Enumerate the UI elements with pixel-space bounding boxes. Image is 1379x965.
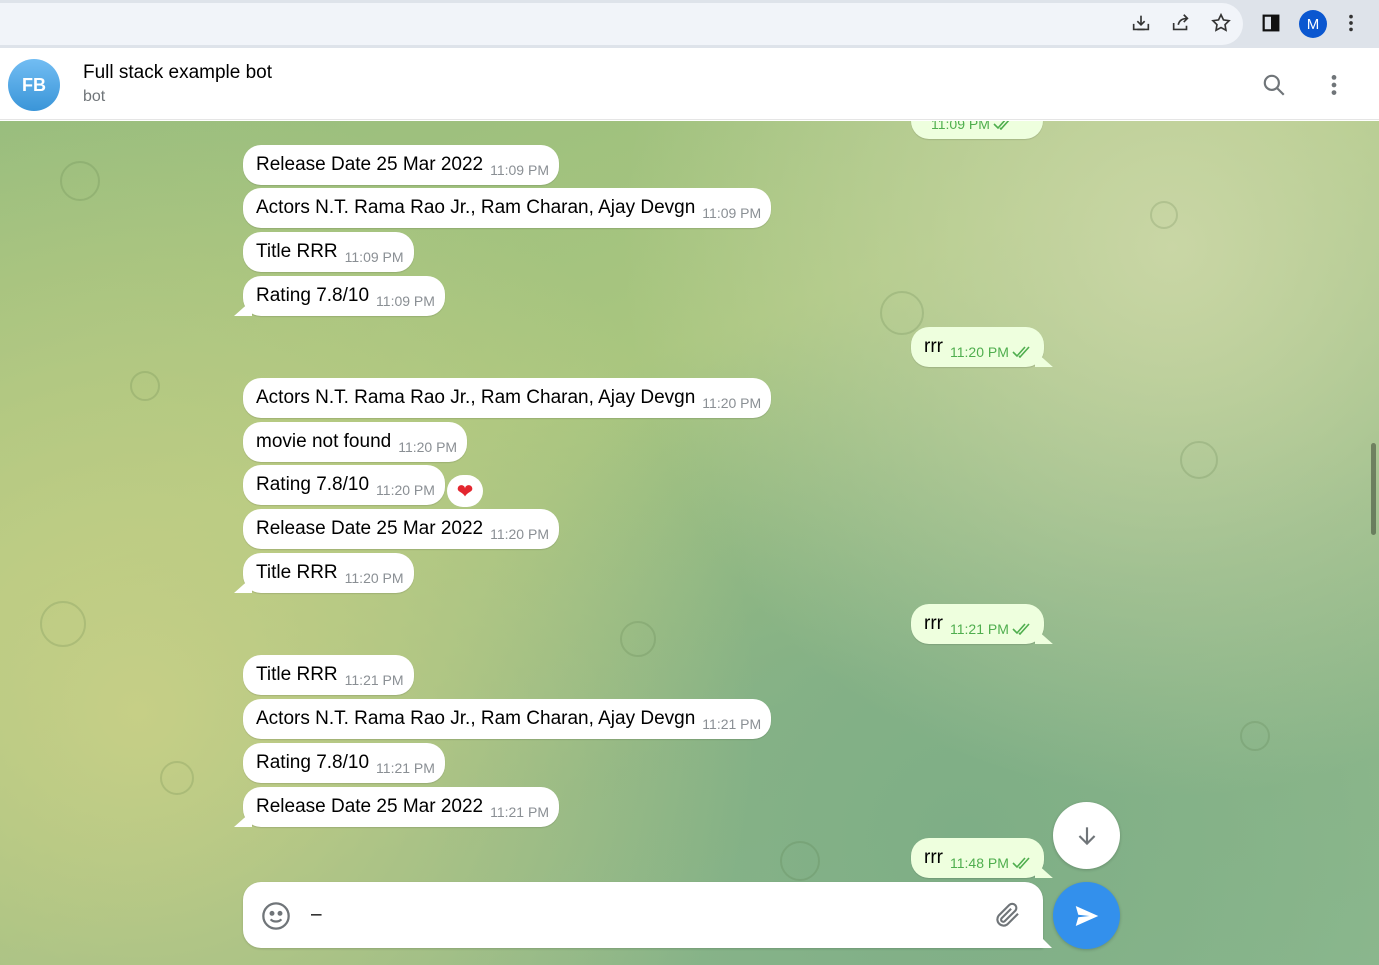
message-text: Rating 7.8/10 [256,285,370,306]
scroll-to-bottom-button[interactable] [1053,802,1120,869]
message-composer [243,882,1043,948]
message-text: Release Date 25 Mar 2022 [256,796,484,817]
message-incoming[interactable]: Actors N.T. Rama Rao Jr., Ram Charan, Aj… [243,188,772,228]
message-time: 11:09 PM [344,249,404,265]
message-outgoing[interactable]: 11:09 PM [911,121,1043,139]
message-time: 11:21 PM [490,804,549,820]
star-icon[interactable] [1208,10,1234,36]
message-time: 11:21 PM [702,716,762,732]
message-incoming[interactable]: Rating 7.8/10 11:20 PM [243,465,445,505]
message-text: movie not found [256,431,392,452]
message-text: rrr [924,613,943,634]
read-check-icon [993,121,1013,130]
background-doodle [880,291,924,335]
message-incoming[interactable]: Title RRR 11:20 PM [243,553,414,593]
message-time: 11:20 PM [344,570,404,586]
message-incoming[interactable]: Title RRR 11:21 PM [243,655,414,695]
message-text: Actors N.T. Rama Rao Jr., Ram Charan, Aj… [256,387,696,408]
kebab-menu-icon[interactable] [1338,10,1364,36]
message-time: 11:20 PM [376,482,435,498]
message-text: Release Date 25 Mar 2022 [256,154,484,175]
arrow-down-icon [1078,826,1095,845]
heart-reaction[interactable]: ❤ [447,475,483,507]
message-text: Title RRR [256,241,338,262]
message-outgoing[interactable]: rrr 11:20 PM [911,327,1044,367]
message-time: 11:09 PM [490,162,549,178]
read-check-icon [1012,623,1032,635]
message-time: 11:21 PM [376,760,435,776]
search-icon[interactable] [1260,71,1288,99]
scrollbar-thumb[interactable] [1371,443,1376,535]
chat-header: FB Full stack example bot bot [0,49,1379,120]
message-text: rrr [924,847,943,868]
bot-avatar[interactable]: FB [8,59,60,111]
share-icon[interactable] [1168,10,1194,36]
message-time: 11:09 PM [376,293,435,309]
chat-subtitle: bot [83,88,106,105]
message-text: Title RRR [256,562,338,583]
message-text: Rating 7.8/10 [256,752,370,773]
message-outgoing[interactable]: rrr 11:21 PM [911,604,1044,644]
send-icon [1075,905,1098,926]
background-doodle [620,621,656,657]
background-doodle [60,161,100,201]
chat-title[interactable]: Full stack example bot [83,62,272,84]
emoji-icon[interactable] [260,900,292,932]
send-button[interactable] [1053,882,1120,949]
background-doodle [40,601,86,647]
background-doodle [1150,201,1178,229]
background-doodle [1180,441,1218,479]
message-incoming[interactable]: Release Date 25 Mar 2022 11:09 PM [243,145,559,185]
message-time: 11:09 PM [931,121,990,132]
message-time: 11:20 PM [398,439,458,455]
message-time: 11:21 PM [949,621,1009,637]
message-list[interactable]: 11:09 PM Release Date 25 Mar 2022 11:09 … [0,121,1379,965]
message-incoming[interactable]: Title RRR 11:09 PM [243,232,414,272]
read-check-icon [1012,857,1032,869]
message-input[interactable] [311,896,971,934]
browser-toolbar: M [0,0,1379,48]
message-text: rrr [924,336,943,357]
message-time: 11:21 PM [344,672,404,688]
message-text: Rating 7.8/10 [256,474,370,495]
background-doodle [1240,721,1270,751]
more-options-icon[interactable] [1320,71,1348,99]
message-incoming[interactable]: Release Date 25 Mar 2022 11:20 PM [243,509,559,549]
message-time: 11:20 PM [949,344,1009,360]
background-doodle [160,761,194,795]
message-time: 11:09 PM [702,205,762,221]
message-outgoing[interactable]: rrr 11:48 PM [911,838,1044,878]
background-doodle [780,841,820,881]
message-incoming[interactable]: Actors N.T. Rama Rao Jr., Ram Charan, Aj… [243,699,772,739]
attach-icon[interactable] [993,900,1025,932]
message-incoming[interactable]: Release Date 25 Mar 2022 11:21 PM [243,787,559,827]
address-bar[interactable] [0,3,1243,45]
profile-avatar[interactable]: M [1299,10,1327,38]
message-text: Title RRR [256,664,338,685]
read-check-icon [1012,346,1032,358]
message-incoming[interactable]: movie not found 11:20 PM [243,422,468,462]
message-text: Actors N.T. Rama Rao Jr., Ram Charan, Aj… [256,708,696,729]
message-incoming[interactable]: Rating 7.8/10 11:09 PM [243,276,445,316]
background-doodle [130,371,160,401]
message-text: Actors N.T. Rama Rao Jr., Ram Charan, Aj… [256,197,696,218]
message-incoming[interactable]: Rating 7.8/10 11:21 PM [243,743,445,783]
message-time: 11:20 PM [490,526,549,542]
message-text: Release Date 25 Mar 2022 [256,518,484,539]
message-time: 11:48 PM [949,855,1009,871]
message-time: 11:20 PM [702,395,762,411]
message-incoming[interactable]: Actors N.T. Rama Rao Jr., Ram Charan, Aj… [243,378,772,418]
side-panel-icon[interactable] [1258,10,1284,36]
install-icon[interactable] [1128,10,1154,36]
